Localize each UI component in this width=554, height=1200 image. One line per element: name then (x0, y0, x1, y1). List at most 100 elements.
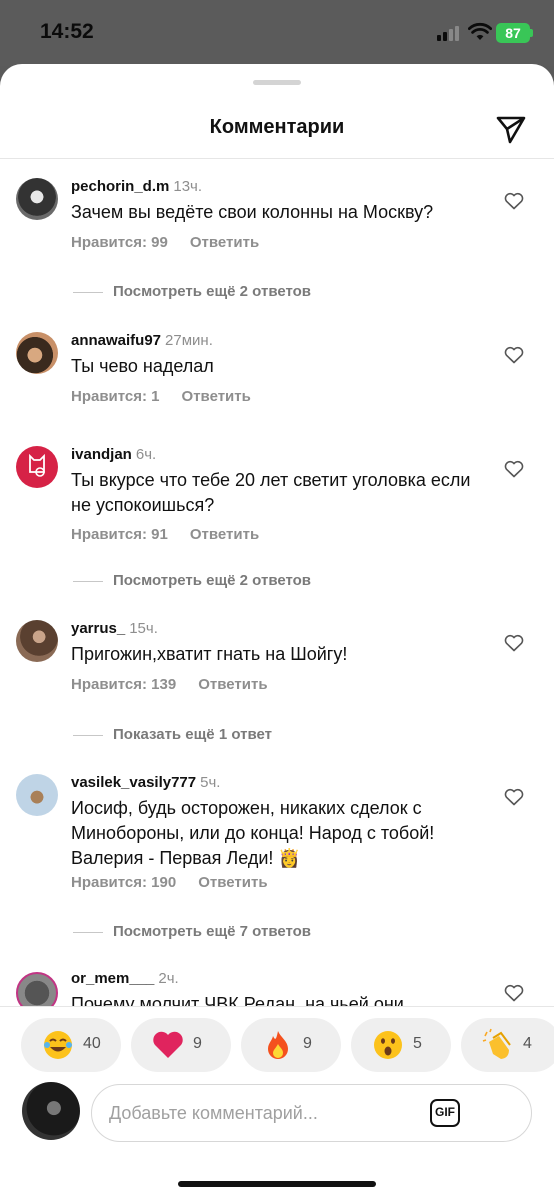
view-more-replies[interactable]: Посмотреть ещё 2 ответов (73, 283, 311, 300)
current-user-avatar[interactable] (22, 1082, 80, 1140)
comment-username[interactable]: vasilek_vasily777 (71, 774, 196, 791)
tears-of-joy-icon (44, 1031, 72, 1059)
comment-item: annawaifu97 27мин. Ты чево наделал Нравит… (0, 332, 554, 412)
heart-icon[interactable] (504, 788, 524, 806)
reply-button[interactable]: Ответить (198, 874, 267, 891)
comment-time: 27мин. (165, 332, 213, 349)
likes-count[interactable]: Нравится: 139 (71, 676, 176, 693)
view-more-replies[interactable]: Показать ещё 1 ответ (73, 726, 272, 743)
comment-item: yarrus_ 15ч. Пригожин,хватит гнать на Шой… (0, 620, 554, 700)
comment-time: 6ч. (135, 446, 157, 463)
reply-button[interactable]: Ответить (190, 526, 259, 543)
paper-plane-icon[interactable] (494, 112, 528, 146)
cat-logo-icon (29, 453, 45, 477)
avatar[interactable] (16, 774, 58, 816)
comment-input-placeholder: Добавьте комментарий... (109, 1103, 318, 1123)
comment-header: annawaifu97 27мин. (71, 332, 213, 349)
comment-actions: Нравится: 190 Ответить (71, 874, 268, 891)
reaction-surprised-button[interactable]: 5 (351, 1018, 451, 1072)
home-indicator (178, 1181, 376, 1187)
view-more-replies-label: Показать ещё 1 ответ (113, 726, 272, 743)
sheet-title: Комментарии (209, 116, 345, 138)
comment-actions: Нравится: 99 Ответить (71, 234, 259, 251)
likes-count[interactable]: Нравится: 91 (71, 526, 168, 543)
comment-time: 13ч. (173, 178, 203, 195)
fire-icon (268, 1031, 288, 1059)
clapping-hands-icon (482, 1028, 511, 1059)
likes-count[interactable]: Нравится: 99 (71, 234, 168, 251)
comment-text: Ты чево наделал (71, 356, 214, 376)
avatar[interactable] (16, 178, 58, 220)
comment-username[interactable]: pechorin_d.m (71, 178, 169, 195)
comment-input[interactable]: Добавьте комментарий... GIF (91, 1084, 532, 1142)
reaction-count: 9 (193, 1035, 202, 1052)
avatar[interactable] (16, 446, 58, 488)
status-bar: 14:52 87 (0, 0, 554, 66)
likes-count[interactable]: Нравится: 190 (71, 874, 176, 891)
comment-text: Зачем вы ведёте свои колонны на Москву? (71, 202, 434, 222)
reply-button[interactable]: Ответить (190, 234, 259, 251)
reaction-count: 5 (413, 1035, 422, 1052)
avatar[interactable] (16, 332, 58, 374)
comment-username[interactable]: yarrus_ (71, 620, 125, 637)
heart-icon[interactable] (504, 346, 524, 364)
comment-header: ivandjan 6ч. (71, 446, 156, 463)
surprised-face-icon (374, 1031, 402, 1059)
comment-actions: Нравится: 139 Ответить (71, 676, 268, 693)
view-more-replies-label: Посмотреть ещё 2 ответов (113, 572, 312, 589)
comment-time: 2ч. (158, 970, 179, 987)
comment-actions: Нравится: 91 Ответить (71, 526, 259, 543)
gif-label: GIF (435, 1105, 455, 1119)
reaction-count: 4 (523, 1035, 532, 1052)
replies-line (73, 734, 103, 736)
comment-text: Иосиф, будь осторожен, никаких сделок с … (71, 798, 435, 868)
reaction-fire-button[interactable]: 9 (241, 1018, 341, 1072)
comment-username[interactable]: annawaifu97 (71, 332, 161, 349)
reaction-count: 40 (83, 1035, 101, 1052)
view-more-replies-label: Посмотреть ещё 2 ответов (113, 283, 312, 300)
avatar[interactable] (16, 620, 58, 662)
battery-indicator: 87 (496, 23, 530, 43)
avatar[interactable] (16, 972, 58, 1006)
reaction-clap-button[interactable]: 4 (461, 1018, 554, 1072)
comment-time: 5ч. (200, 774, 221, 791)
heart-icon[interactable] (504, 192, 524, 210)
comment-text: Ты вкурсе что тебе 20 лет светит уголовк… (71, 470, 471, 515)
comment-actions: Нравится: 1 Ответить (71, 388, 251, 405)
comment-item: vasilek_vasily777 5ч. Иосиф, будь осторож… (0, 774, 554, 904)
replies-line (73, 291, 103, 293)
replies-line (73, 580, 103, 582)
comments-sheet: Комментарии pechorin_d.m 13ч. Зачем вы ве… (0, 64, 554, 1200)
red-heart-icon (153, 1031, 183, 1058)
reaction-heart-button[interactable]: 9 (131, 1018, 231, 1072)
sheet-grabber[interactable] (253, 80, 301, 85)
heart-icon[interactable] (504, 634, 524, 652)
comment-item: ivandjan 6ч. Ты вкурсе что тебе 20 лет св… (0, 446, 554, 556)
heart-icon[interactable] (504, 984, 524, 1002)
view-more-replies[interactable]: Посмотреть ещё 2 ответов (73, 572, 311, 589)
battery-level: 87 (505, 25, 521, 41)
cellular-signal-icon (437, 25, 463, 41)
comment-text: Почему молчит ЧВК Редан, на чьей они (71, 994, 404, 1006)
comment-username[interactable]: or_mem___ (71, 970, 154, 987)
heart-icon[interactable] (504, 460, 524, 478)
comment-item: or_mem___ 2ч. Почему молчит ЧВК Редан, на… (0, 970, 554, 1006)
reaction-laugh-button[interactable]: 40 (21, 1018, 121, 1072)
reaction-count: 9 (303, 1035, 312, 1052)
comment-header: vasilek_vasily777 5ч. (71, 774, 220, 791)
wifi-icon (468, 22, 492, 40)
comment-time: 15ч. (129, 620, 158, 637)
comment-username[interactable]: ivandjan (71, 446, 132, 463)
status-time: 14:52 (40, 20, 94, 43)
comment-text: Пригожин,хватит гнать на Шойгу! (71, 644, 348, 664)
replies-line (73, 931, 103, 933)
comment-header: or_mem___ 2ч. (71, 970, 179, 987)
battery-tip (530, 29, 533, 37)
view-more-replies[interactable]: Посмотреть ещё 7 ответов (73, 923, 311, 940)
comment-item: pechorin_d.m 13ч. Зачем вы ведёте свои ко… (0, 178, 554, 288)
reply-button[interactable]: Ответить (182, 388, 251, 405)
gif-button[interactable]: GIF (430, 1099, 460, 1127)
header-divider (0, 158, 554, 159)
likes-count[interactable]: Нравится: 1 (71, 388, 160, 405)
reply-button[interactable]: Ответить (198, 676, 267, 693)
